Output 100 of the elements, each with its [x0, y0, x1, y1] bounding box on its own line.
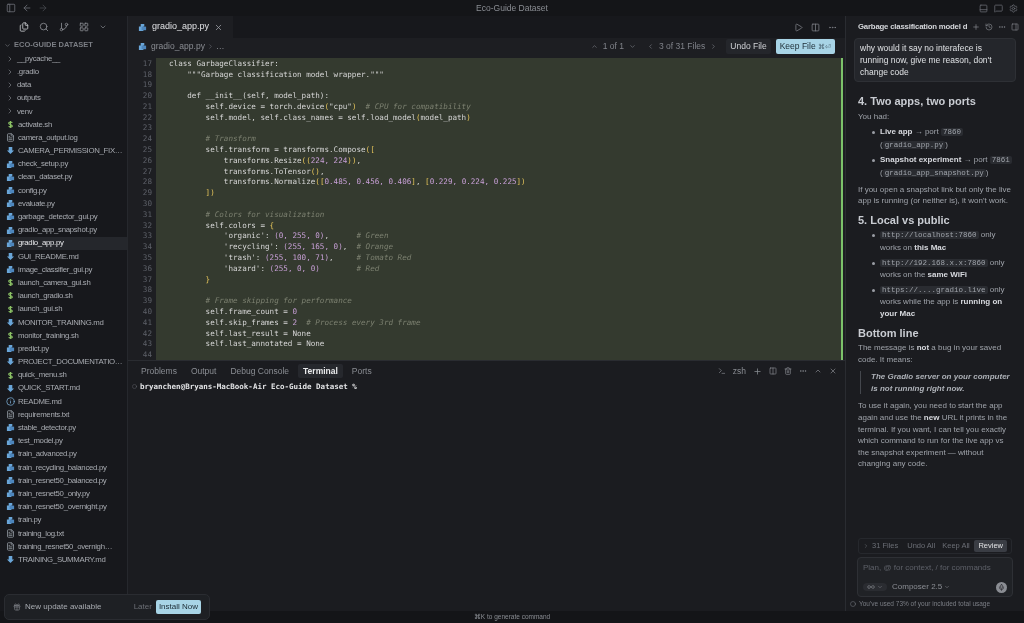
microphone-icon [998, 583, 1005, 591]
terminal-icon[interactable] [717, 367, 726, 375]
toast-message: New update available [25, 601, 102, 613]
dollar-icon [6, 291, 15, 301]
python-file-icon [6, 423, 15, 433]
change-counter: 1 of 1 [602, 40, 624, 53]
chevron-down-icon [877, 584, 883, 590]
run-icon[interactable] [794, 22, 803, 32]
split-terminal-icon[interactable] [769, 367, 777, 375]
bullet-icon [872, 131, 875, 135]
quote: The Gradio server on your computer is not running right now. [860, 371, 1012, 395]
forward-icon[interactable] [38, 3, 48, 13]
python-file-icon [6, 225, 15, 235]
text-file-icon [6, 542, 15, 552]
python-file-icon [6, 489, 15, 499]
dollar-icon [6, 120, 15, 130]
settings-icon[interactable] [1009, 3, 1018, 13]
python-file-icon [6, 212, 15, 222]
paragraph: The message is not a bug in your saved code. It means: [858, 342, 1003, 366]
panel-tab[interactable]: Output [185, 363, 222, 379]
new-chat-icon[interactable] [972, 23, 981, 31]
more-icon[interactable] [799, 367, 807, 375]
panel-tab[interactable]: Terminal [298, 363, 343, 379]
python-file-icon [6, 476, 15, 486]
info-icon [6, 396, 15, 406]
text-file-icon [6, 410, 15, 420]
bullet-icon [872, 159, 875, 163]
bullet-icon [872, 234, 875, 238]
python-file-icon [6, 238, 15, 248]
section-heading: 4. Two apps, two ports [858, 96, 977, 108]
python-file-icon [6, 199, 15, 209]
mic-button[interactable] [996, 581, 1007, 593]
search-icon[interactable] [39, 22, 49, 32]
maximize-icon[interactable] [814, 367, 822, 375]
panel-tab[interactable]: Debug Console [225, 363, 295, 379]
undo-file-button[interactable]: Undo File [726, 39, 771, 54]
text-file-icon [6, 133, 15, 143]
shell-name[interactable]: zsh [732, 364, 746, 378]
editor-tab[interactable]: gradio_app.py [128, 16, 234, 38]
sidebar-toggle-icon[interactable] [6, 3, 16, 13]
text-file-icon [6, 528, 15, 538]
dollar-icon [6, 278, 15, 288]
arrow-down-file-icon [6, 317, 15, 327]
back-icon[interactable] [22, 3, 32, 13]
panel-toggle-icon[interactable] [979, 3, 988, 13]
chevron-right-icon[interactable] [863, 543, 869, 549]
panel-tab[interactable]: Problems [136, 363, 182, 379]
trash-icon[interactable] [784, 367, 792, 375]
close-icon[interactable] [214, 22, 224, 32]
history-icon[interactable] [985, 23, 994, 31]
window-title: Eco-Guide Dataset [476, 1, 548, 15]
split-editor-icon[interactable] [811, 22, 820, 32]
branch-icon[interactable] [59, 22, 69, 32]
arrow-down-file-icon [6, 357, 15, 367]
prompt-status-icon [132, 384, 137, 390]
panel-tab[interactable]: Ports [346, 363, 377, 379]
python-file-icon [138, 42, 147, 51]
install-now-button[interactable]: Install Now [155, 600, 201, 614]
python-file-icon [6, 172, 15, 182]
arrow-down-file-icon [6, 383, 15, 393]
python-file-icon [6, 159, 15, 169]
arrow-down-file-icon [6, 555, 15, 565]
close-icon[interactable] [829, 367, 837, 375]
chevron-down-icon[interactable] [99, 23, 107, 31]
section-heading: 5. Local vs public [858, 214, 951, 227]
chevron-down-icon[interactable] [629, 43, 636, 50]
file-counter: 3 of 31 Files [659, 40, 706, 53]
bullet-icon [872, 288, 875, 292]
paragraph: To use it again, you need to start the app again and use the new URL it prints in the terminal. If you want, I can tell you exactly which command to run for the live app vs the snapshot experiment — without changing any code. [858, 400, 1009, 471]
new-terminal-icon[interactable] [753, 366, 762, 376]
python-file-icon [6, 185, 15, 195]
model-dropdown[interactable]: Composer 2.5 [892, 581, 951, 593]
dollar-icon [6, 331, 15, 341]
user-message: why would it say no interafece is running now, give me reason, don't change code [854, 38, 1016, 82]
python-file-icon [6, 344, 15, 354]
code-editor[interactable] [128, 55, 845, 360]
more-icon[interactable] [998, 23, 1007, 31]
breadcrumb[interactable]: gradio_app.py [151, 40, 205, 53]
chevron-up-icon[interactable] [590, 43, 598, 50]
files-icon[interactable] [19, 22, 29, 32]
python-file-icon [6, 462, 15, 472]
usage-icon [850, 601, 856, 607]
python-file-icon [6, 515, 15, 525]
extensions-icon[interactable] [79, 22, 89, 32]
gift-icon [13, 603, 21, 611]
chevron-right-icon[interactable] [710, 43, 718, 50]
breadcrumb[interactable]: … [215, 40, 225, 53]
mode-dropdown[interactable] [863, 583, 887, 591]
chat-icon[interactable] [994, 3, 1003, 13]
section-heading: Bottom line [858, 327, 920, 340]
arrow-down-file-icon [6, 146, 15, 156]
python-file-icon [6, 436, 15, 446]
paragraph: If you open a snapshot link but only the live app is running (or neither is), it won't work. [858, 183, 1012, 207]
python-file-icon [6, 502, 15, 512]
chevron-left-icon[interactable] [647, 43, 654, 50]
paragraph: You had: [858, 110, 891, 123]
python-file-icon [6, 449, 15, 459]
dollar-icon [6, 370, 15, 380]
chevron-down-icon [944, 584, 951, 590]
panel-icon[interactable] [1011, 23, 1020, 31]
